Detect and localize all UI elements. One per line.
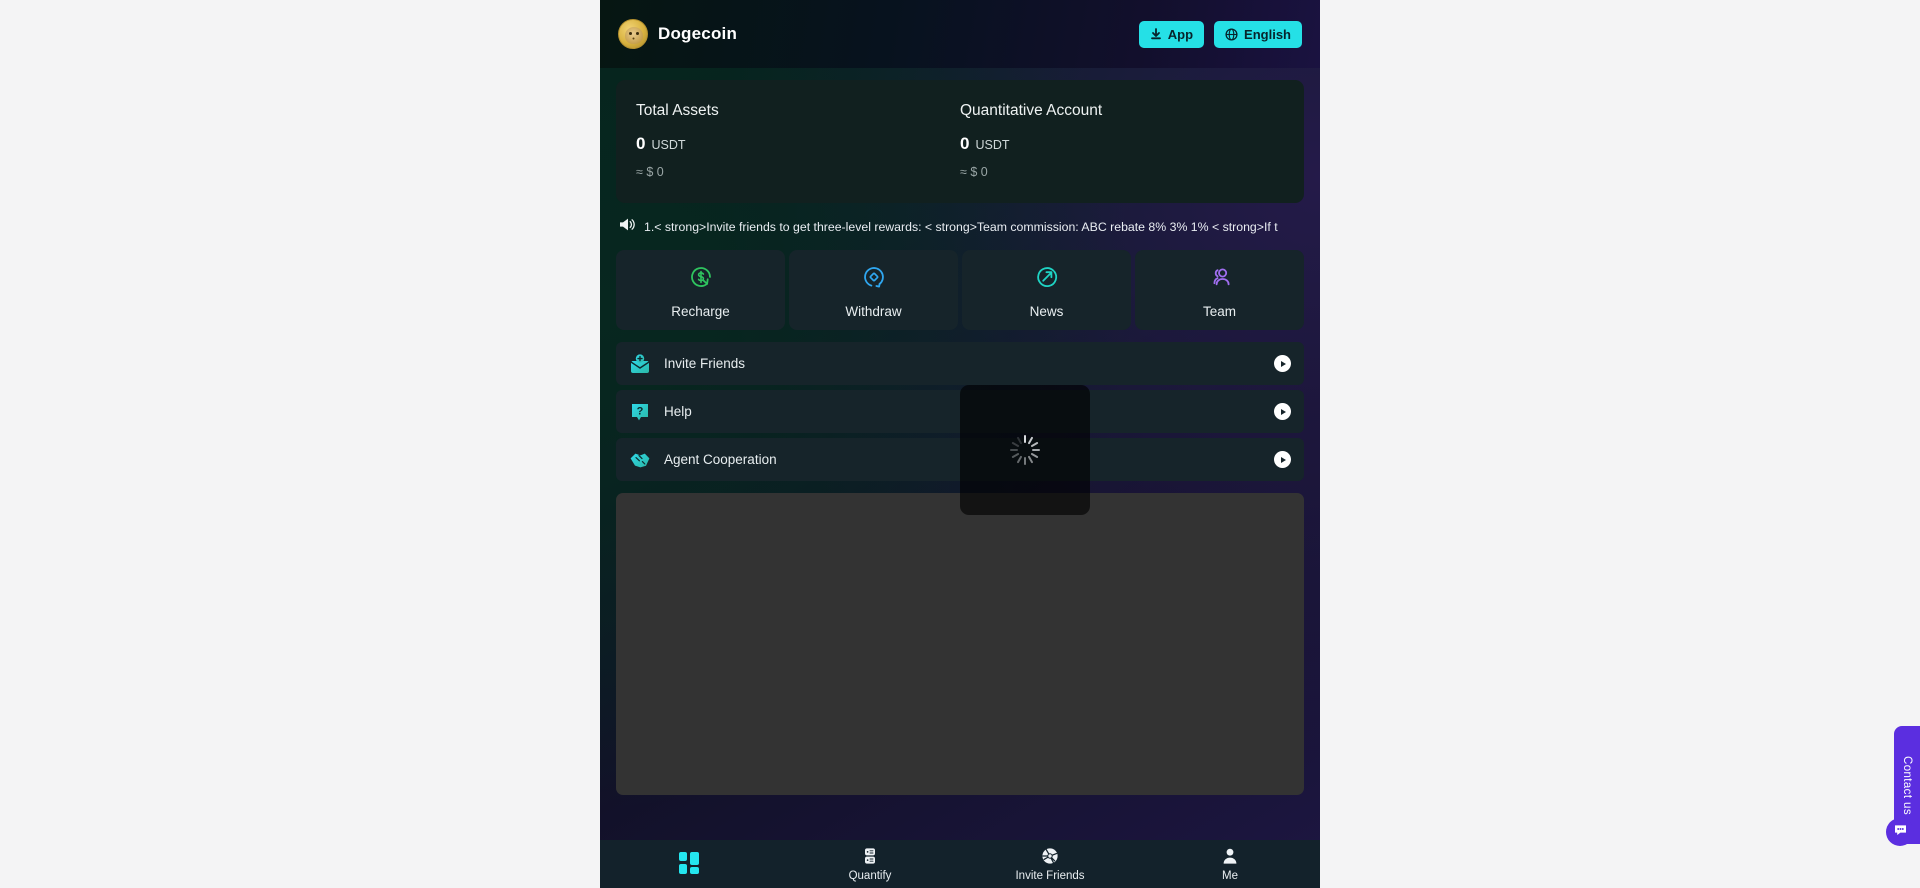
dollar-circle-icon [686, 262, 716, 295]
nav-me-label: Me [1222, 869, 1238, 882]
assets-card: Total Assets 0 USDT ≈ $ 0 Quantitative A… [616, 80, 1304, 203]
location-pin-circle-icon [859, 262, 889, 295]
loading-spinner-icon [1010, 435, 1040, 465]
envelope-plus-icon [629, 353, 651, 375]
contact-us-label: Contact us [1901, 755, 1913, 815]
chevron-right-icon[interactable] [1274, 403, 1291, 420]
quantitative-account-approx: ≈ $ 0 [960, 165, 988, 179]
invite-friends-label: Invite Friends [664, 356, 746, 371]
recharge-tile[interactable]: Recharge [616, 250, 785, 330]
svg-text:?: ? [637, 405, 644, 417]
withdraw-label: Withdraw [845, 303, 902, 319]
agent-cooperation-label: Agent Cooperation [664, 452, 777, 467]
team-label: Team [1202, 303, 1236, 319]
nav-item-me[interactable]: Me [1140, 840, 1320, 888]
brand-name: Dogecoin [658, 24, 738, 43]
brand-logo: Dogecoin [618, 19, 737, 49]
app-download-label: App [1167, 26, 1194, 42]
quick-actions: Recharge Withdraw News Team [600, 250, 1320, 330]
total-assets-approx: ≈ $ 0 [636, 165, 664, 179]
server-icon [861, 847, 879, 868]
nav-item-home[interactable] [600, 840, 780, 888]
download-icon [1150, 28, 1162, 40]
content-placeholder-panel [616, 493, 1304, 795]
arrow-up-right-circle-icon [1032, 262, 1062, 295]
aperture-icon [1041, 847, 1059, 868]
header-actions: App English [1138, 20, 1302, 48]
app-header: Dogecoin App English [600, 0, 1320, 68]
contact-us-bubble-button[interactable] [1886, 818, 1914, 846]
question-bubble-icon: ? [629, 401, 651, 423]
language-button[interactable]: English [1214, 20, 1302, 48]
team-tile[interactable]: Team [1135, 250, 1304, 330]
dogecoin-coin-icon [618, 19, 648, 49]
invite-friends-row[interactable]: Invite Friends [616, 342, 1304, 385]
help-label: Help [664, 404, 692, 419]
nav-item-quantify[interactable]: Quantify [780, 840, 960, 888]
total-assets-block: Total Assets 0 USDT ≈ $ 0 [636, 102, 960, 179]
announcement-bar[interactable]: 1.< strong>Invite friends to get three-l… [600, 203, 1320, 250]
person-icon [1221, 847, 1239, 868]
total-assets-title: Total Assets [636, 102, 719, 119]
total-assets-amount: 0 [636, 134, 646, 153]
chat-bubble-icon [1893, 822, 1908, 842]
total-assets-unit: USDT [651, 138, 686, 152]
mobile-app-frame: Dogecoin App English Total Assets 0 USDT… [600, 0, 1320, 888]
quantitative-account-title: Quantitative Account [960, 102, 1103, 119]
loading-overlay [960, 385, 1090, 515]
people-icon [1205, 262, 1235, 295]
quantitative-account-block: Quantitative Account 0 USDT ≈ $ 0 [960, 102, 1284, 179]
grid-home-icon [679, 852, 701, 874]
megaphone-icon [618, 217, 635, 237]
quantitative-account-amount: 0 [960, 134, 970, 153]
quantitative-account-unit: USDT [975, 138, 1010, 152]
news-label: News [1029, 303, 1064, 319]
nav-invite-friends-label: Invite Friends [1015, 869, 1085, 882]
bottom-navigation: Quantify Invite Friends Me [600, 840, 1320, 888]
app-download-button[interactable]: App [1138, 20, 1205, 48]
language-label: English [1244, 26, 1291, 42]
nav-quantify-label: Quantify [848, 869, 892, 882]
handshake-icon [629, 449, 651, 471]
chevron-right-icon[interactable] [1274, 355, 1291, 372]
news-tile[interactable]: News [962, 250, 1131, 330]
chevron-right-icon[interactable] [1274, 451, 1291, 468]
announcement-text: 1.< strong>Invite friends to get three-l… [644, 220, 1278, 234]
nav-item-invite-friends[interactable]: Invite Friends [960, 840, 1140, 888]
withdraw-tile[interactable]: Withdraw [789, 250, 958, 330]
recharge-label: Recharge [671, 303, 730, 319]
globe-icon [1225, 27, 1238, 41]
